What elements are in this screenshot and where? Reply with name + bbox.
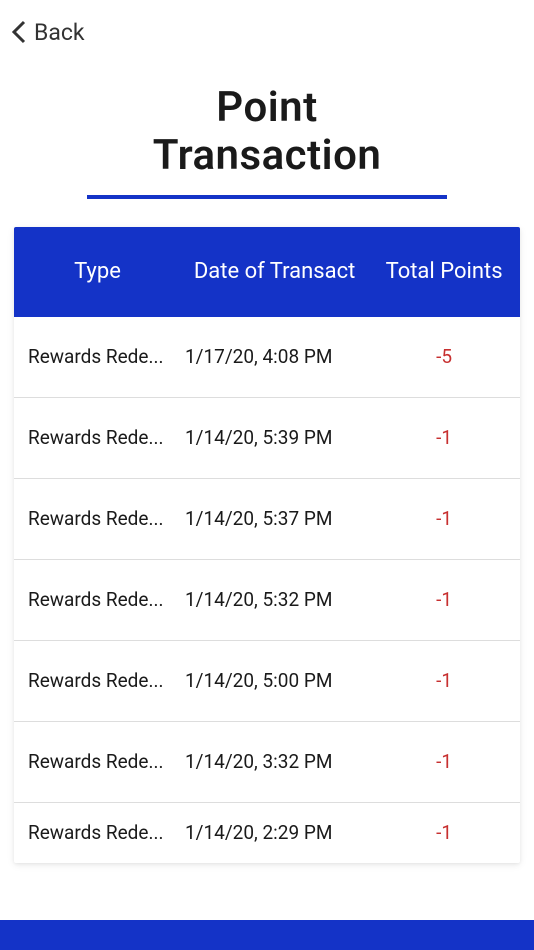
cell-type: Rewards Rede...	[14, 507, 181, 530]
table-row[interactable]: Rewards Rede... 1/14/20, 5:32 PM -1	[14, 560, 520, 641]
title-underline	[87, 195, 447, 199]
cell-type: Rewards Rede...	[14, 669, 181, 692]
cell-points: -1	[368, 750, 520, 773]
page-title: Point Transaction	[0, 84, 534, 181]
cell-type: Rewards Rede...	[14, 588, 181, 611]
cell-points: -1	[368, 588, 520, 611]
table-row[interactable]: Rewards Rede... 1/17/20, 4:08 PM -5	[14, 317, 520, 398]
title-line-1: Point	[216, 83, 317, 132]
page-title-wrap: Point Transaction	[0, 84, 534, 199]
transactions-table: Type Date of Transact Total Points Rewar…	[14, 227, 520, 863]
table-row[interactable]: Rewards Rede... 1/14/20, 3:32 PM -1	[14, 722, 520, 803]
cell-date: 1/14/20, 5:37 PM	[181, 507, 368, 530]
back-button[interactable]: Back	[0, 0, 534, 64]
cell-points: -1	[368, 821, 520, 844]
back-label: Back	[34, 19, 85, 46]
cell-date: 1/14/20, 5:39 PM	[181, 426, 368, 449]
table-header: Type Date of Transact Total Points	[14, 227, 520, 317]
header-date: Date of Transact	[181, 240, 368, 304]
cell-points: -1	[368, 669, 520, 692]
cell-points: -5	[368, 345, 520, 368]
table-body: Rewards Rede... 1/17/20, 4:08 PM -5 Rewa…	[14, 317, 520, 863]
cell-type: Rewards Rede...	[14, 821, 181, 844]
table-row[interactable]: Rewards Rede... 1/14/20, 5:00 PM -1	[14, 641, 520, 722]
cell-date: 1/14/20, 2:29 PM	[181, 821, 368, 844]
bottom-bar	[0, 920, 534, 950]
cell-type: Rewards Rede...	[14, 750, 181, 773]
table-row[interactable]: Rewards Rede... 1/14/20, 2:29 PM -1	[14, 803, 520, 863]
cell-points: -1	[368, 507, 520, 530]
table-row[interactable]: Rewards Rede... 1/14/20, 5:39 PM -1	[14, 398, 520, 479]
cell-type: Rewards Rede...	[14, 345, 181, 368]
cell-date: 1/14/20, 5:00 PM	[181, 669, 368, 692]
header-type: Type	[14, 240, 181, 304]
cell-date: 1/17/20, 4:08 PM	[181, 345, 368, 368]
chevron-left-icon	[10, 18, 28, 46]
cell-date: 1/14/20, 3:32 PM	[181, 750, 368, 773]
cell-points: -1	[368, 426, 520, 449]
header-points: Total Points	[368, 240, 520, 304]
cell-type: Rewards Rede...	[14, 426, 181, 449]
table-row[interactable]: Rewards Rede... 1/14/20, 5:37 PM -1	[14, 479, 520, 560]
title-line-2: Transaction	[153, 131, 382, 180]
cell-date: 1/14/20, 5:32 PM	[181, 588, 368, 611]
